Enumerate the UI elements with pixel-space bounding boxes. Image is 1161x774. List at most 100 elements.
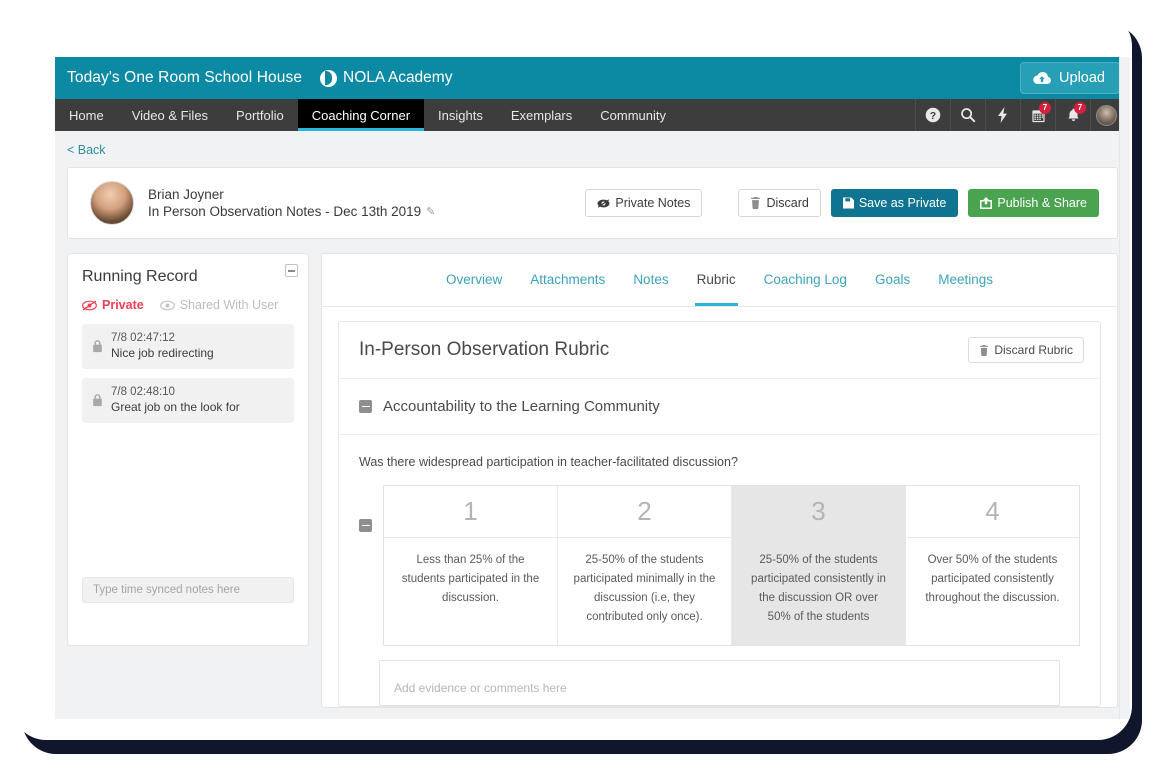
eye-slash-icon [82,300,97,310]
rubric-question: Was there widespread participation in te… [359,455,738,469]
observation-header-card: Brian Joyner In Person Observation Notes… [67,167,1118,239]
split-circle-logo-icon [320,69,338,87]
back-link[interactable]: < Back [67,143,106,157]
privacy-toggle-group: Private Shared With User [82,298,294,312]
rubric-option-1[interactable]: 1 Less than 25% of the students particip… [384,486,557,645]
collapse-minus-icon[interactable] [359,519,372,532]
nav-item-portfolio[interactable]: Portfolio [222,99,298,131]
detail-tabs: Overview Attachments Notes Rubric Coachi… [322,254,1117,307]
help-icon[interactable]: ? [915,99,950,131]
observation-titles: Brian Joyner In Person Observation Notes… [148,187,435,219]
publish-share-button[interactable]: Publish & Share [968,189,1099,217]
school-name: Today's One Room School House [67,69,303,86]
discard-rubric-button[interactable]: Discard Rubric [968,337,1084,363]
vertical-scrollbar[interactable] [1119,57,1130,719]
rubric-score-label: 1 [384,486,557,538]
observed-user-name: Brian Joyner [148,187,224,202]
breadcrumb: < Back [55,131,1130,167]
rubric-header: In-Person Observation Rubric Discard Rub… [339,322,1100,379]
rubric-option-4[interactable]: 4 Over 50% of the students participated … [905,486,1079,645]
collapse-minus-icon[interactable] [285,264,298,277]
observation-title: In Person Observation Notes - Dec 13th 2… [148,204,422,219]
discard-button[interactable]: Discard [738,189,821,217]
nav-item-home[interactable]: Home [55,99,118,131]
upload-button[interactable]: Upload [1020,62,1120,94]
tab-coaching-log[interactable]: Coaching Log [750,254,861,306]
nav-item-community[interactable]: Community [586,99,680,131]
discard-label: Discard [766,196,809,210]
note-timestamp: 7/8 02:48:10 [111,386,175,398]
rubric-score-label: 4 [906,486,1079,538]
running-record-panel: Running Record Private Shared With User … [67,253,309,646]
avatar [90,181,134,225]
privacy-private-label: Private [102,298,144,312]
tab-goals[interactable]: Goals [861,254,924,306]
nav-item-coaching-corner[interactable]: Coaching Corner [297,99,425,131]
rubric-option-2[interactable]: 2 25-50% of the students participated mi… [557,486,731,645]
rubric-section-header: Accountability to the Learning Community [339,379,1100,435]
nav-item-exemplars[interactable]: Exemplars [497,99,586,131]
privacy-shared-label: Shared With User [179,298,279,312]
calendar-icon[interactable]: 7 [1020,99,1055,131]
tab-meetings[interactable]: Meetings [924,254,1007,306]
lock-icon [93,339,102,352]
eye-slash-icon [597,198,610,208]
page-title: In-Person Observation Rubric [359,339,610,360]
bell-badge: 7 [1074,102,1086,114]
device-frame: Today's One Room School House NOLA Acade… [12,12,1132,740]
list-item[interactable]: 7/8 02:47:12 Nice job redirecting [82,324,294,369]
eye-open-icon [159,300,175,310]
content-area: Running Record Private Shared With User … [55,239,1130,708]
tab-attachments[interactable]: Attachments [516,254,619,306]
trash-icon [751,197,761,209]
svg-text:?: ? [930,110,936,122]
rubric-section-label: Accountability to the Learning Community [383,398,660,415]
note-body: Nice job redirecting [111,346,214,360]
search-icon[interactable] [950,99,985,131]
list-item[interactable]: 7/8 02:48:10 Great job on the look for [82,378,294,423]
privacy-private-toggle[interactable]: Private [82,298,144,312]
save-as-private-button[interactable]: Save as Private [830,189,959,217]
observation-detail-panel: Overview Attachments Notes Rubric Coachi… [321,253,1118,708]
rubric-option-3[interactable]: 3 25-50% of the students participated co… [731,486,905,645]
rubric-option-description: Less than 25% of the students participat… [401,554,540,604]
collapse-minus-icon[interactable] [359,400,372,413]
rubric-option-description: Over 50% of the students participated co… [925,554,1060,604]
app-viewport: Today's One Room School House NOLA Acade… [55,57,1130,719]
trash-icon [980,344,989,356]
note-texts: 7/8 02:47:12 Nice job redirecting [111,332,214,360]
upload-button-label: Upload [1059,70,1105,86]
main-navbar: Home Video & Files Portfolio Coaching Co… [55,99,1130,131]
tab-notes[interactable]: Notes [619,254,682,306]
tab-rubric[interactable]: Rubric [683,254,750,306]
evidence-input[interactable]: Add evidence or comments here [379,660,1060,706]
private-notes-button[interactable]: Private Notes [585,189,703,217]
pencil-icon[interactable]: ✎ [426,205,435,218]
observation-action-buttons: Private Notes Discard Save as Private Pu… [585,189,1099,217]
lightning-icon[interactable] [985,99,1020,131]
discard-rubric-label: Discard Rubric [994,343,1073,357]
time-synced-note-input[interactable]: Type time synced notes here [82,577,294,603]
bell-icon[interactable]: 7 [1055,99,1090,131]
rubric-scale-table: 1 Less than 25% of the students particip… [383,485,1080,646]
observation-title-row: In Person Observation Notes - Dec 13th 2… [148,204,435,219]
navbar-icon-group: ? 7 7 [915,99,1130,131]
rubric-score-label: 3 [732,486,905,538]
nav-item-video-files[interactable]: Video & Files [118,99,222,131]
rubric-question-block: Was there widespread participation in te… [339,435,1100,706]
privacy-shared-toggle[interactable]: Shared With User [159,298,279,312]
app-header: Today's One Room School House NOLA Acade… [55,57,1130,99]
rubric-card: In-Person Observation Rubric Discard Rub… [338,321,1101,707]
lock-icon [93,393,102,406]
nav-item-insights[interactable]: Insights [424,99,497,131]
calendar-badge: 7 [1039,102,1051,114]
rubric-option-description: 25-50% of the students participated mini… [573,554,716,623]
floppy-disk-icon [842,197,854,209]
tab-overview[interactable]: Overview [432,254,516,306]
rubric-score-label: 2 [558,486,731,538]
rubric-option-description: 25-50% of the students participated cons… [732,538,905,645]
academy-name: NOLA Academy [343,69,453,86]
cloud-upload-icon [1032,71,1052,85]
running-record-title: Running Record [82,268,198,285]
note-body: Great job on the look for [111,400,240,414]
